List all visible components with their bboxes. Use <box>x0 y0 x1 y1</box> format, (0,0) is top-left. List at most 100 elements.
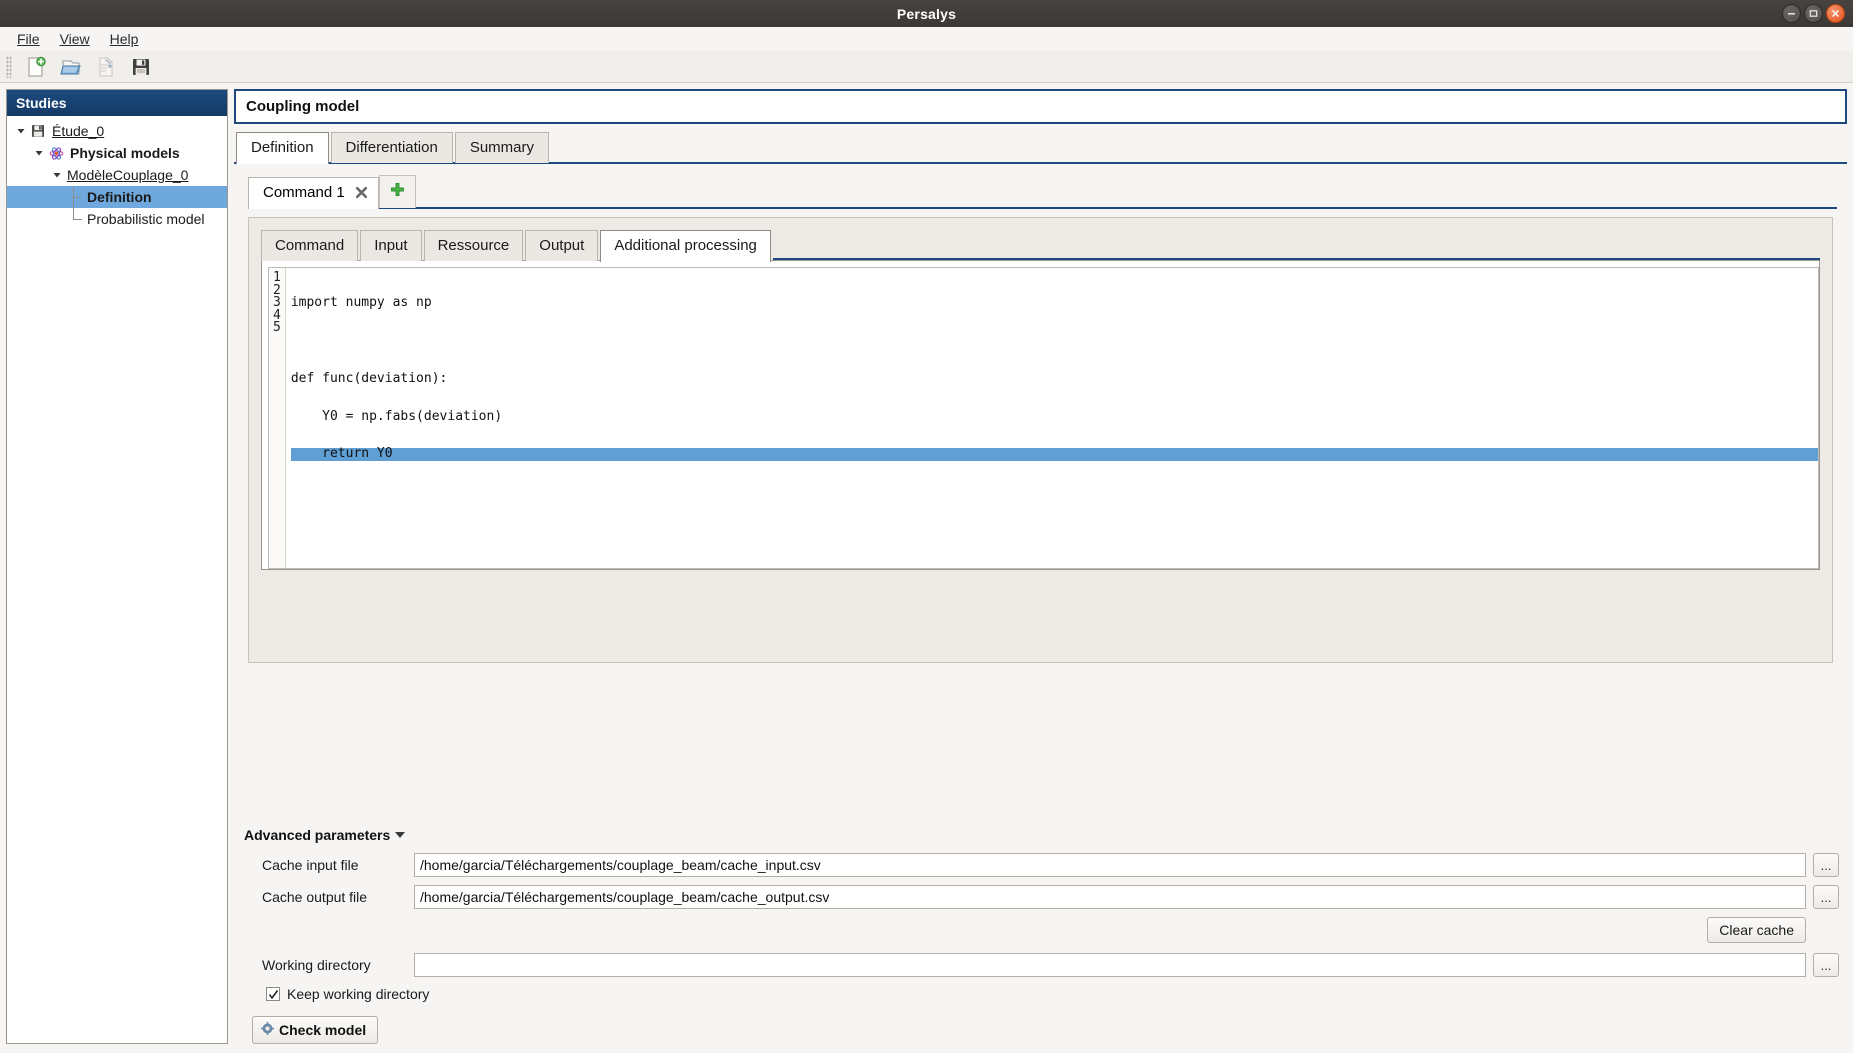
command-tabs: Command 1 <box>248 174 1837 209</box>
chevron-down-icon[interactable] <box>13 126 29 136</box>
tab-output[interactable]: Output <box>525 230 598 261</box>
tree-item-modelecouplage-0[interactable]: ModèleCouplage_0 <box>7 164 227 186</box>
tab-summary[interactable]: Summary <box>455 132 549 163</box>
clear-cache-row: Clear cache <box>244 917 1806 943</box>
keep-working-directory-row[interactable]: Keep working directory <box>244 986 1839 1002</box>
inner-tab-underline <box>773 258 1820 260</box>
working-directory-label: Working directory <box>244 957 414 973</box>
python-editor[interactable]: 1 2 3 4 5 import numpy as np def func(de… <box>261 260 1820 570</box>
code-line: def func(deviation): <box>291 373 1818 386</box>
tree-item-physical-models[interactable]: Physical models <box>7 142 227 164</box>
tree-label-etude-0: Étude_0 <box>50 123 106 139</box>
check-model-row: Check model <box>244 1016 1839 1044</box>
keep-working-directory-checkbox[interactable] <box>266 987 280 1001</box>
new-study-icon[interactable] <box>23 54 49 80</box>
cache-output-field[interactable] <box>414 885 1806 909</box>
menu-file[interactable]: File <box>8 29 49 49</box>
editor-line-numbers: 1 2 3 4 5 <box>269 268 286 568</box>
tab-ressource[interactable]: Ressource <box>424 230 524 261</box>
command-inner-tabs: Command Input Ressource Output Additiona… <box>261 228 1820 260</box>
floppy-icon <box>29 124 47 138</box>
check-model-button[interactable]: Check model <box>252 1016 378 1044</box>
menu-help-label: Help <box>110 31 139 47</box>
tab-differentiation[interactable]: Differentiation <box>331 132 453 163</box>
tab-output-label: Output <box>539 237 584 254</box>
working-directory-browse-button[interactable]: ... <box>1813 953 1839 977</box>
cache-output-browse-button[interactable]: ... <box>1813 885 1839 909</box>
menu-view-label: View <box>60 31 90 47</box>
menubar: File View Help <box>0 27 1853 51</box>
cache-input-row: Cache input file ... <box>244 853 1839 877</box>
tree-label-probabilistic-model: Probabilistic model <box>85 211 207 227</box>
tab-command-1[interactable]: Command 1 <box>248 177 379 209</box>
advanced-parameters-header[interactable]: Advanced parameters <box>244 827 1839 843</box>
cache-input-browse-button[interactable]: ... <box>1813 853 1839 877</box>
advanced-parameters-section: Advanced parameters Cache input file ...… <box>234 815 1847 1044</box>
tab-command-label: Command <box>275 237 344 254</box>
tree-item-etude-0[interactable]: Étude_0 <box>7 120 227 142</box>
add-command-button[interactable] <box>379 175 416 208</box>
chevron-down-icon[interactable] <box>49 170 65 180</box>
tree-label-modelecouplage-0: ModèleCouplage_0 <box>65 167 190 183</box>
studies-sidebar: Studies Étude_0 <box>6 89 228 1044</box>
tree-item-probabilistic-model[interactable]: Probabilistic model <box>7 208 227 230</box>
tab-differentiation-label: Differentiation <box>346 139 438 156</box>
tab-additional-processing[interactable]: Additional processing <box>600 230 771 262</box>
definition-panel: Command 1 <box>234 164 1847 815</box>
tree-item-definition[interactable]: Definition <box>7 186 227 208</box>
close-icon[interactable] <box>1826 4 1845 23</box>
cache-input-label: Cache input file <box>244 857 414 873</box>
tree-branch-line <box>69 186 83 208</box>
code-line <box>291 335 1818 348</box>
page-title: Coupling model <box>234 89 1847 124</box>
code-line: import numpy as np <box>291 297 1818 310</box>
code-line: Y0 = np.fabs(deviation) <box>291 411 1818 424</box>
advanced-parameters-label: Advanced parameters <box>244 827 390 843</box>
save-study-icon[interactable] <box>128 54 154 80</box>
minimize-icon[interactable] <box>1782 4 1801 23</box>
window-controls <box>1782 0 1845 27</box>
toolbar <box>0 51 1853 83</box>
tree-label-definition: Definition <box>85 189 154 205</box>
tab-ressource-label: Ressource <box>438 237 510 254</box>
content-pane: Coupling model Definition Differentiatio… <box>234 89 1847 1044</box>
tab-filler <box>416 206 1837 207</box>
main-area: Studies Étude_0 <box>0 83 1853 1052</box>
cache-input-field[interactable] <box>414 853 1806 877</box>
chevron-down-icon[interactable] <box>31 148 47 158</box>
keep-working-directory-label: Keep working directory <box>287 986 429 1002</box>
tab-definition-label: Definition <box>251 139 314 156</box>
menu-file-label: File <box>17 31 40 47</box>
menu-view[interactable]: View <box>51 29 99 49</box>
caret-down-icon[interactable] <box>395 832 405 838</box>
plus-icon <box>390 182 405 201</box>
tab-summary-label: Summary <box>470 139 534 156</box>
clear-cache-button[interactable]: Clear cache <box>1707 917 1806 943</box>
sidebar-header: Studies <box>7 90 227 116</box>
working-directory-field[interactable] <box>414 953 1806 977</box>
code-line-active: return Y0 <box>291 448 1818 461</box>
working-directory-row: Working directory ... <box>244 953 1839 977</box>
tree-branch-line <box>69 208 83 230</box>
tree-label-physical-models: Physical models <box>68 145 182 161</box>
python-editor-inner[interactable]: 1 2 3 4 5 import numpy as np def func(de… <box>268 267 1819 569</box>
import-script-icon[interactable] <box>93 54 119 80</box>
tab-input-label: Input <box>374 237 407 254</box>
open-study-icon[interactable] <box>58 54 84 80</box>
window-title: Persalys <box>897 6 956 22</box>
line-number: 5 <box>273 322 281 335</box>
maximize-icon[interactable] <box>1804 4 1823 23</box>
check-model-label: Check model <box>279 1022 366 1038</box>
gear-icon <box>261 1022 274 1038</box>
tab-input[interactable]: Input <box>360 230 421 261</box>
command-groupbox: Command Input Ressource Output Additiona… <box>248 217 1833 663</box>
tab-definition[interactable]: Definition <box>236 132 329 164</box>
close-tab-icon[interactable] <box>355 186 368 199</box>
menu-help[interactable]: Help <box>101 29 148 49</box>
window-titlebar: Persalys <box>0 0 1853 27</box>
tab-command[interactable]: Command <box>261 230 358 261</box>
groupbox-spacer <box>261 570 1820 650</box>
main-tabs: Definition Differentiation Summary <box>234 130 1847 164</box>
toolbar-grip[interactable] <box>6 56 12 78</box>
editor-code-area[interactable]: import numpy as np def func(deviation): … <box>286 268 1818 568</box>
